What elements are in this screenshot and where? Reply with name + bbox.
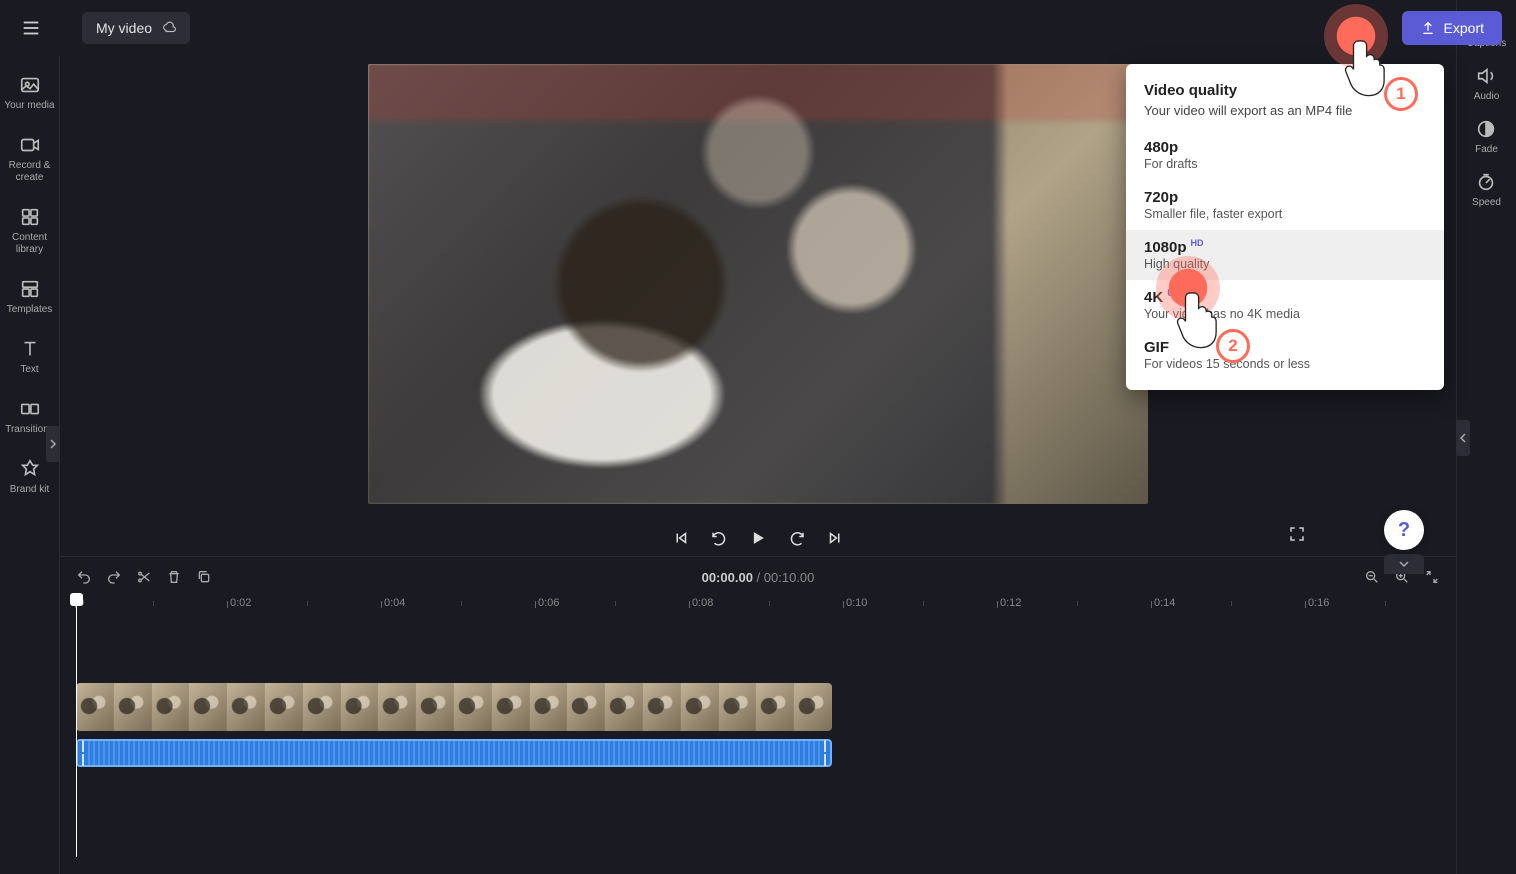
right-item-label: Fade — [1475, 144, 1498, 155]
timeline-toolbar: 00:00.00 / 00:10.00 — [60, 557, 1456, 597]
quality-option-gif[interactable]: GIF For videos 15 seconds or less — [1126, 330, 1444, 380]
right-item-label: Audio — [1474, 91, 1500, 102]
sync-icon — [162, 21, 176, 35]
export-button[interactable]: Export — [1402, 11, 1502, 45]
clip-handle-left[interactable] — [78, 740, 88, 766]
skip-back-button[interactable] — [672, 529, 690, 547]
timeline-ruler[interactable]: 0 0:02 0:04 0:06 0:08 0:10 0:12 0:14 0:1… — [76, 597, 1440, 623]
play-controls — [672, 528, 844, 548]
sidebar-item-label: Templates — [7, 304, 53, 316]
delete-button[interactable] — [166, 569, 182, 585]
right-item-fade[interactable]: Fade — [1475, 118, 1498, 155]
quality-option-1080p[interactable]: 1080pHD High quality — [1126, 230, 1444, 280]
main-area: Video quality Your video will export as … — [60, 56, 1456, 874]
quality-option-480p[interactable]: 480p For drafts — [1126, 130, 1444, 180]
split-button[interactable] — [136, 569, 152, 585]
sidebar-item-templates[interactable]: Templates — [0, 276, 59, 318]
current-time: 00:00.00 — [702, 570, 753, 585]
skip-forward-button[interactable] — [826, 529, 844, 547]
right-sidebar-toggle[interactable] — [1456, 420, 1470, 456]
sidebar-item-label: Text — [20, 364, 38, 376]
sidebar-item-label: Brand kit — [10, 484, 49, 496]
collapse-panel-button[interactable] — [1384, 554, 1424, 574]
right-item-speed[interactable]: Speed — [1472, 171, 1501, 208]
redo-button[interactable] — [106, 569, 122, 585]
zoom-out-button[interactable] — [1364, 569, 1380, 585]
duplicate-button[interactable] — [196, 569, 212, 585]
right-item-label: Speed — [1472, 197, 1501, 208]
sidebar-item-your-media[interactable]: Your media — [0, 72, 59, 114]
quality-option-4k[interactable]: 4KUHD Your video has no 4K media — [1126, 280, 1444, 330]
time-display: 00:00.00 / 00:10.00 — [702, 570, 815, 585]
fullscreen-button[interactable] — [1288, 525, 1306, 548]
audio-clip[interactable] — [76, 739, 832, 767]
video-preview[interactable] — [368, 64, 1148, 504]
timeline: 00:00.00 / 00:10.00 0 0:02 0:04 0:06 0:0… — [60, 556, 1456, 874]
export-heading: Video quality — [1126, 82, 1444, 103]
export-button-label: Export — [1444, 20, 1484, 36]
quality-option-720p[interactable]: 720p Smaller file, faster export — [1126, 180, 1444, 230]
left-sidebar: Your media Record & create Content libra… — [0, 56, 60, 874]
left-sidebar-toggle[interactable] — [46, 426, 60, 462]
forward-button[interactable] — [788, 529, 806, 547]
sidebar-item-label: Your media — [4, 100, 54, 112]
sidebar-item-content-library[interactable]: Content library — [0, 204, 59, 258]
duration: 00:10.00 — [764, 570, 815, 585]
topbar: My video Export — [0, 0, 1516, 56]
export-quality-dropdown: Video quality Your video will export as … — [1126, 64, 1444, 390]
play-button[interactable] — [748, 528, 768, 548]
video-clip[interactable] — [76, 683, 832, 731]
sidebar-item-record-create[interactable]: Record & create — [0, 132, 59, 186]
audio-waveform — [88, 741, 820, 765]
menu-button[interactable] — [14, 11, 48, 45]
right-item-audio[interactable]: Audio — [1474, 65, 1500, 102]
help-button[interactable]: ? — [1384, 510, 1424, 550]
fit-button[interactable] — [1424, 569, 1440, 585]
rewind-button[interactable] — [710, 529, 728, 547]
project-title[interactable]: My video — [82, 12, 190, 44]
undo-button[interactable] — [76, 569, 92, 585]
preview-area: Video quality Your video will export as … — [60, 56, 1456, 556]
playhead[interactable] — [76, 597, 77, 857]
sidebar-item-text[interactable]: Text — [0, 336, 59, 378]
project-title-text: My video — [96, 20, 152, 36]
right-sidebar: Captions Audio Fade Speed — [1456, 0, 1516, 874]
sidebar-item-brand-kit[interactable]: Brand kit — [0, 456, 59, 498]
sidebar-item-label: Content library — [0, 232, 59, 256]
sidebar-item-label: Record & create — [0, 160, 59, 184]
clip-handle-right[interactable] — [820, 740, 830, 766]
export-subtext: Your video will export as an MP4 file — [1126, 103, 1444, 130]
